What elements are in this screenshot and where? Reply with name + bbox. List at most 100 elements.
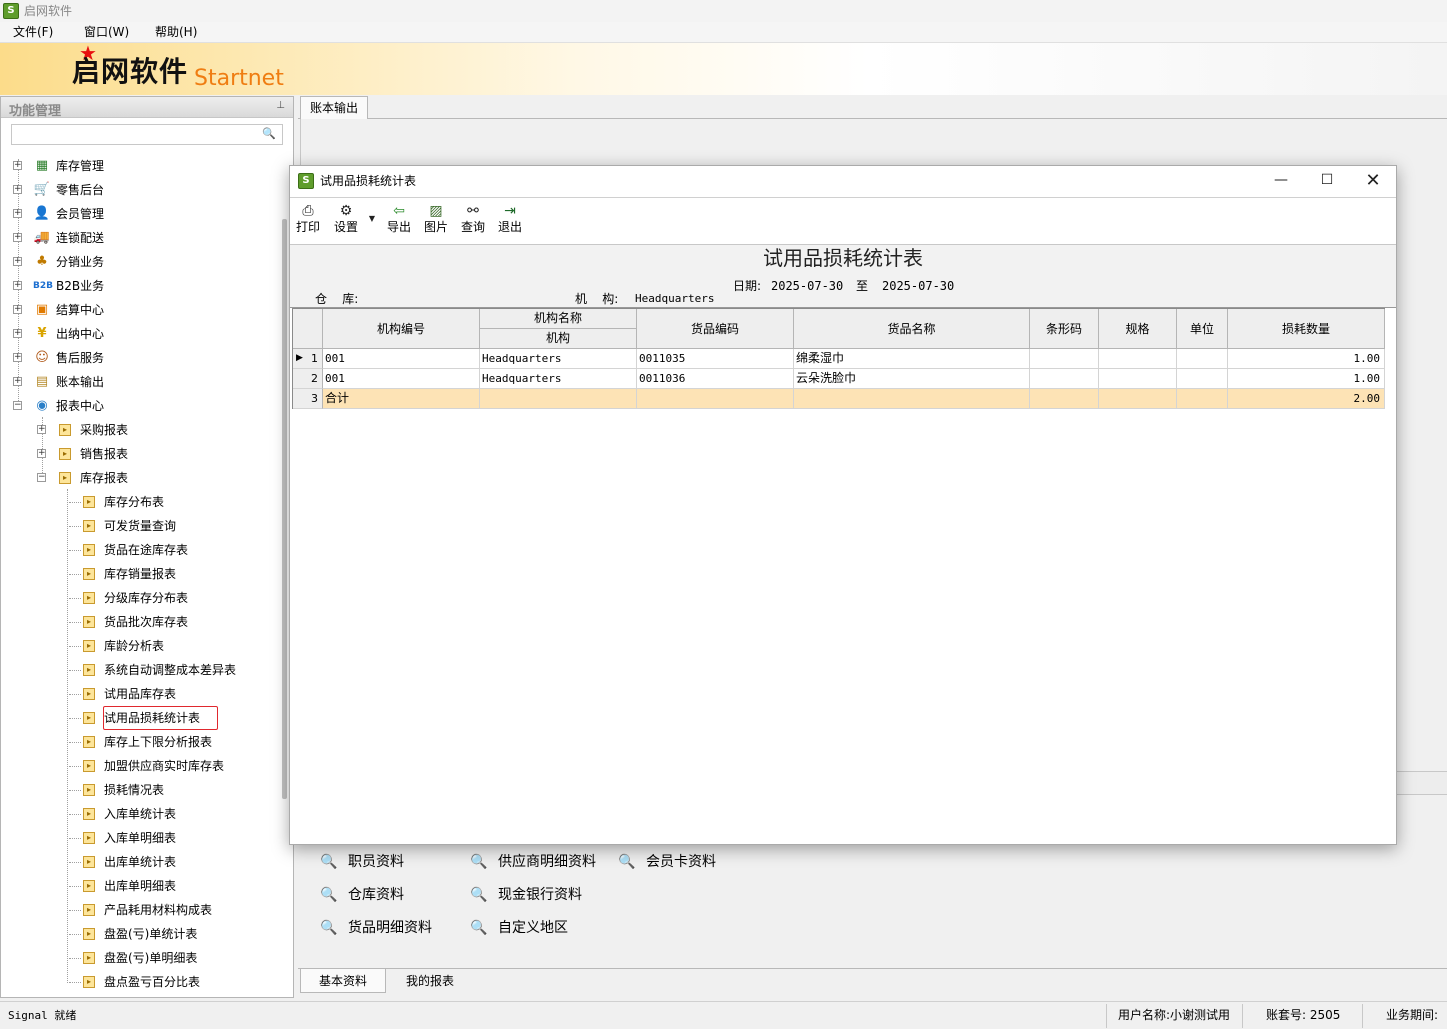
- cell-org-code[interactable]: 001: [323, 349, 480, 369]
- expand-icon[interactable]: +: [37, 425, 46, 434]
- tree-item-sales-reports[interactable]: + ▸ 销售报表: [37, 443, 277, 465]
- cell-loss-qty[interactable]: 1.00: [1228, 369, 1385, 389]
- tree-item-ledger[interactable]: + ▤ 账本输出: [13, 371, 273, 393]
- tree-leaf-inventory-report[interactable]: ▸ 库存分布表: [69, 491, 279, 513]
- expand-icon[interactable]: +: [13, 233, 22, 242]
- cell-spec[interactable]: [1099, 369, 1177, 389]
- menu-file[interactable]: 文件(F): [13, 24, 53, 41]
- header-spec[interactable]: 规格: [1099, 309, 1177, 349]
- tree-item-b2b[interactable]: + B2B B2B业务: [13, 275, 273, 297]
- tree-item-cashier[interactable]: + ¥ 出纳中心: [13, 323, 273, 345]
- header-org-code[interactable]: 机构编号: [323, 309, 480, 349]
- header-item-code[interactable]: 货品编码: [637, 309, 794, 349]
- tree-leaf-inventory-report[interactable]: ▸ 试用品库存表: [69, 683, 279, 705]
- tree-leaf-inventory-report[interactable]: ▸ 入库单明细表: [69, 827, 279, 849]
- close-button[interactable]: ✕: [1350, 166, 1396, 196]
- expand-icon[interactable]: +: [37, 449, 46, 458]
- cell-item-code[interactable]: 0011035: [637, 349, 794, 369]
- tree-item-purchase-reports[interactable]: + ▸ 采购报表: [37, 419, 277, 441]
- cell-loss-qty[interactable]: 1.00: [1228, 349, 1385, 369]
- quick-link-item-detail[interactable]: 🔍 货品明细资料: [320, 918, 432, 938]
- collapse-icon[interactable]: −: [13, 401, 22, 410]
- tab-ledger-output[interactable]: 账本输出: [300, 96, 369, 119]
- quick-link-custom-region[interactable]: 🔍 自定义地区: [470, 918, 568, 938]
- expand-icon[interactable]: +: [13, 257, 22, 266]
- tree-leaf-inventory-report[interactable]: ▸ 损耗情况表: [69, 779, 279, 801]
- pin-icon[interactable]: ⊥: [276, 100, 285, 111]
- tree-leaf-inventory-report[interactable]: ▸ 盘盈(亏)单明细表: [69, 947, 279, 969]
- search-icon[interactable]: 🔍: [262, 127, 276, 140]
- function-search-input[interactable]: [15, 125, 255, 143]
- header-loss-qty[interactable]: 损耗数量: [1228, 309, 1385, 349]
- tree-leaf-inventory-report[interactable]: ▸ 库龄分析表: [69, 635, 279, 657]
- tree-leaf-inventory-report[interactable]: ▸ 货品批次库存表: [69, 611, 279, 633]
- row-header[interactable]: 3: [293, 389, 323, 409]
- export-button[interactable]: ⇦ 导出: [386, 203, 412, 235]
- row-header[interactable]: ▶ 1: [293, 349, 323, 369]
- tab-my-reports[interactable]: 我的报表: [396, 969, 464, 993]
- collapse-icon[interactable]: −: [37, 473, 46, 482]
- cell-item-code[interactable]: 0011036: [637, 369, 794, 389]
- header-unit[interactable]: 单位: [1177, 309, 1228, 349]
- tab-basic-info[interactable]: 基本资料: [300, 969, 387, 993]
- expand-icon[interactable]: +: [13, 185, 22, 194]
- quick-link-warehouse[interactable]: 🔍 仓库资料: [320, 885, 404, 905]
- tree-scrollbar[interactable]: [282, 219, 287, 799]
- expand-icon[interactable]: +: [13, 305, 22, 314]
- query-button[interactable]: ⚯ 查询: [460, 203, 486, 235]
- quick-link-member-card[interactable]: 🔍 会员卡资料: [618, 852, 716, 872]
- tree-leaf-inventory-report[interactable]: ▸ 系统自动调整成本差异表: [69, 659, 279, 681]
- tree-leaf-inventory-report[interactable]: ▸ 产品耗用材料构成表: [69, 899, 279, 921]
- print-button[interactable]: ⎙ 打印: [296, 203, 320, 235]
- maximize-button[interactable]: ☐: [1304, 166, 1350, 196]
- tree-item-reports[interactable]: − ◉ 报表中心: [13, 395, 273, 417]
- expand-icon[interactable]: +: [13, 353, 22, 362]
- tree-leaf-inventory-report[interactable]: ▸ 盘点盈亏百分比表: [69, 971, 279, 993]
- minimize-button[interactable]: —: [1258, 166, 1304, 196]
- header-item-name[interactable]: 货品名称: [794, 309, 1030, 349]
- cell-barcode[interactable]: [1030, 369, 1099, 389]
- tree-item-settlement[interactable]: + ▣ 结算中心: [13, 299, 273, 321]
- menu-help[interactable]: 帮助(H): [155, 24, 197, 41]
- cell-org-name[interactable]: Headquarters: [480, 369, 637, 389]
- header-org-name[interactable]: 机构: [480, 329, 637, 349]
- tree-leaf-inventory-report[interactable]: ▸ 库存销量报表: [69, 563, 279, 585]
- tree-leaf-inventory-report[interactable]: ▸ 货品在途库存表: [69, 539, 279, 561]
- tree-item-inventory[interactable]: + ▦ 库存管理: [13, 155, 273, 177]
- quick-link-staff[interactable]: 🔍 职员资料: [320, 852, 404, 872]
- expand-icon[interactable]: +: [13, 209, 22, 218]
- cell-spec[interactable]: [1099, 349, 1177, 369]
- tree-item-retail[interactable]: + 🛒 零售后台: [13, 179, 273, 201]
- tree-item-inventory-reports[interactable]: − ▸ 库存报表: [37, 467, 277, 489]
- cell-unit[interactable]: [1177, 369, 1228, 389]
- header-barcode[interactable]: 条形码: [1030, 309, 1099, 349]
- tree-leaf-inventory-report[interactable]: ▸ 入库单统计表: [69, 803, 279, 825]
- exit-button[interactable]: ⇥ 退出: [497, 203, 523, 235]
- expand-icon[interactable]: +: [13, 329, 22, 338]
- settings-dropdown[interactable]: ▼: [366, 210, 378, 227]
- cell-item-name[interactable]: 云朵洗脸巾: [794, 369, 1030, 389]
- tree-leaf-inventory-report[interactable]: ▸ 可发货量查询: [69, 515, 279, 537]
- tree-leaf-inventory-report[interactable]: ▸ 出库单统计表: [69, 851, 279, 873]
- tree-item-aftersales[interactable]: + ☺ 售后服务: [13, 347, 273, 369]
- cell-barcode[interactable]: [1030, 349, 1099, 369]
- cell-org-name[interactable]: Headquarters: [480, 349, 637, 369]
- tree-item-member[interactable]: + 👤 会员管理: [13, 203, 273, 225]
- quick-link-supplier[interactable]: 🔍 供应商明细资料: [470, 852, 596, 872]
- tree-leaf-inventory-report[interactable]: ▸ 分级库存分布表: [69, 587, 279, 609]
- row-header[interactable]: 2: [293, 369, 323, 389]
- settings-button[interactable]: ⚙ 设置: [333, 203, 359, 235]
- tree-item-distribution[interactable]: + ♣ 分销业务: [13, 251, 273, 273]
- tree-leaf-inventory-report[interactable]: ▸ 出库单明细表: [69, 875, 279, 897]
- cell-org-code[interactable]: 001: [323, 369, 480, 389]
- dialog-title-bar[interactable]: S 试用品损耗统计表 — ☐ ✕: [290, 166, 1396, 196]
- expand-icon[interactable]: +: [13, 377, 22, 386]
- quick-link-cash-bank[interactable]: 🔍 现金银行资料: [470, 885, 582, 905]
- expand-icon[interactable]: +: [13, 281, 22, 290]
- tree-leaf-inventory-report[interactable]: ▸ 加盟供应商实时库存表: [69, 755, 279, 777]
- menu-window[interactable]: 窗口(W): [84, 24, 129, 41]
- tree-item-chain[interactable]: + 🚚 连锁配送: [13, 227, 273, 249]
- cell-unit[interactable]: [1177, 349, 1228, 369]
- picture-button[interactable]: ▨ 图片: [423, 203, 449, 235]
- expand-icon[interactable]: +: [13, 161, 22, 170]
